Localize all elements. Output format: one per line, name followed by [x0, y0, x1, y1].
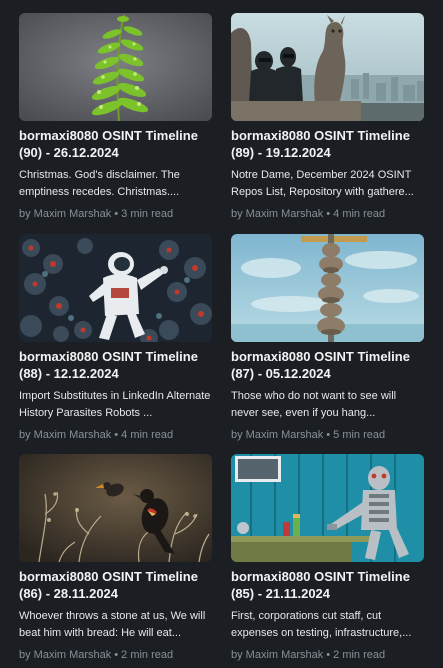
post-grid: bormaxi8080 OSINT Timeline (90) - 26.12.… [0, 0, 443, 668]
astronaut-creatures-image [19, 234, 212, 342]
meta-separator: • [326, 649, 331, 661]
post-read-time: 3 min read [121, 208, 174, 220]
post-thumbnail[interactable] [19, 13, 212, 121]
post-read-time: 4 min read [333, 208, 386, 220]
post-card[interactable]: bormaxi8080 OSINT Timeline (88) - 12.12.… [19, 234, 212, 442]
post-thumbnail[interactable] [231, 13, 424, 121]
post-author[interactable]: by Maxim Marshak [231, 649, 323, 661]
post-meta: by Maxim Marshak • 5 min read [231, 429, 424, 442]
post-author[interactable]: by Maxim Marshak [19, 429, 111, 441]
meta-separator: • [114, 429, 119, 441]
post-title[interactable]: bormaxi8080 OSINT Timeline (88) - 12.12.… [19, 349, 212, 382]
post-card[interactable]: bormaxi8080 OSINT Timeline (86) - 28.11.… [19, 454, 212, 662]
post-thumbnail[interactable] [19, 454, 212, 562]
post-meta: by Maxim Marshak • 2 min read [231, 649, 424, 662]
post-excerpt: Those who do not want to see will never … [231, 390, 397, 419]
post-excerpt: Notre Dame, December 2024 OSINT Repos Li… [231, 169, 414, 198]
post-meta: by Maxim Marshak • 2 min read [19, 649, 212, 662]
post-title[interactable]: bormaxi8080 OSINT Timeline (85) - 21.11.… [231, 569, 424, 602]
robot-table-image [231, 454, 424, 562]
meta-separator: • [114, 208, 119, 220]
post-author[interactable]: by Maxim Marshak [231, 208, 323, 220]
post-card[interactable]: bormaxi8080 OSINT Timeline (87) - 05.12.… [231, 234, 424, 442]
post-title[interactable]: bormaxi8080 OSINT Timeline (86) - 28.11.… [19, 569, 212, 602]
birds-branches-image [19, 454, 212, 562]
post-title[interactable]: bormaxi8080 OSINT Timeline (90) - 26.12.… [19, 128, 212, 161]
post-excerpt: Christmas. God's disclaimer. The emptine… [19, 169, 180, 198]
post-author[interactable]: by Maxim Marshak [19, 208, 111, 220]
post-excerpt: First, corporations cut staff, cut expen… [231, 610, 412, 639]
post-excerpt: Whoever throws a stone at us, We will be… [19, 610, 206, 639]
post-excerpt: Import Substitutes in LinkedIn Alternate… [19, 390, 211, 419]
post-read-time: 2 min read [333, 649, 386, 661]
post-read-time: 2 min read [121, 649, 174, 661]
post-author[interactable]: by Maxim Marshak [19, 649, 111, 661]
post-author[interactable]: by Maxim Marshak [231, 429, 323, 441]
post-thumbnail[interactable] [19, 234, 212, 342]
post-read-time: 4 min read [121, 429, 174, 441]
post-thumbnail[interactable] [231, 234, 424, 342]
post-card[interactable]: bormaxi8080 OSINT Timeline (90) - 26.12.… [19, 13, 212, 221]
post-title[interactable]: bormaxi8080 OSINT Timeline (87) - 05.12.… [231, 349, 424, 382]
post-meta: by Maxim Marshak • 4 min read [231, 208, 424, 221]
post-meta: by Maxim Marshak • 3 min read [19, 208, 212, 221]
post-title[interactable]: bormaxi8080 OSINT Timeline (89) - 19.12.… [231, 128, 424, 161]
fern-leaf-image [19, 13, 212, 121]
post-thumbnail[interactable] [231, 454, 424, 562]
meta-separator: • [326, 208, 331, 220]
meta-separator: • [114, 649, 119, 661]
stone-pole-image [231, 234, 424, 342]
post-card[interactable]: bormaxi8080 OSINT Timeline (89) - 19.12.… [231, 13, 424, 221]
meta-separator: • [326, 429, 331, 441]
post-card[interactable]: bormaxi8080 OSINT Timeline (85) - 21.11.… [231, 454, 424, 662]
post-meta: by Maxim Marshak • 4 min read [19, 429, 212, 442]
post-read-time: 5 min read [333, 429, 386, 441]
gargoyle-paris-image [231, 13, 424, 121]
